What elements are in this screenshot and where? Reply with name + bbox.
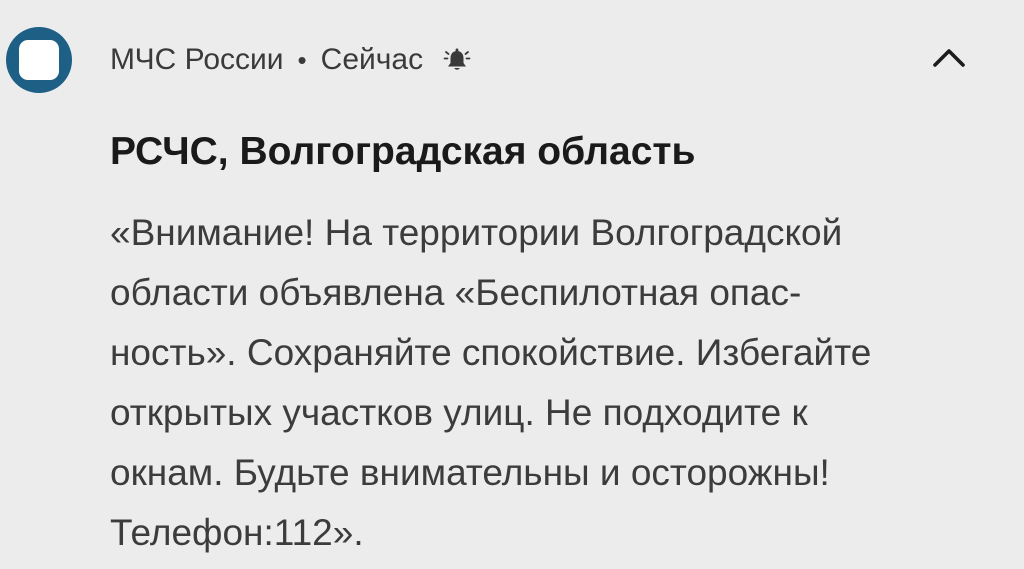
notification-header: МЧС России • Сейчас xyxy=(110,40,471,80)
chevron-up-icon xyxy=(933,49,965,67)
header-separator: • xyxy=(297,44,307,75)
notification-body: «Внимание! На территории Волгоградской о… xyxy=(110,203,1010,563)
notification-title: РСЧС, Волгоградская область xyxy=(110,130,696,173)
app-icon-inner xyxy=(19,40,59,80)
app-icon xyxy=(6,27,72,93)
notification-card[interactable]: МЧС России • Сейчас РСЧС, Волгоградская … xyxy=(0,0,1024,569)
collapse-button[interactable] xyxy=(918,26,980,88)
body-line: Телефон:112». xyxy=(110,512,364,553)
notification-time: Сейчас xyxy=(320,43,424,76)
body-line: ность». Сохраняйте спокойствие. Избегайт… xyxy=(110,332,872,373)
body-line: области объявлена «Беспилотная опас- xyxy=(110,272,802,313)
bell-alert-icon xyxy=(443,46,471,74)
body-line: открытых участков улиц. Не подходите к xyxy=(110,392,808,433)
body-line: окнам. Будьте внимательны и осторожны! xyxy=(110,452,830,493)
app-name: МЧС России xyxy=(110,43,284,76)
body-line: «Внимание! На территории Волгоградской xyxy=(110,212,843,253)
